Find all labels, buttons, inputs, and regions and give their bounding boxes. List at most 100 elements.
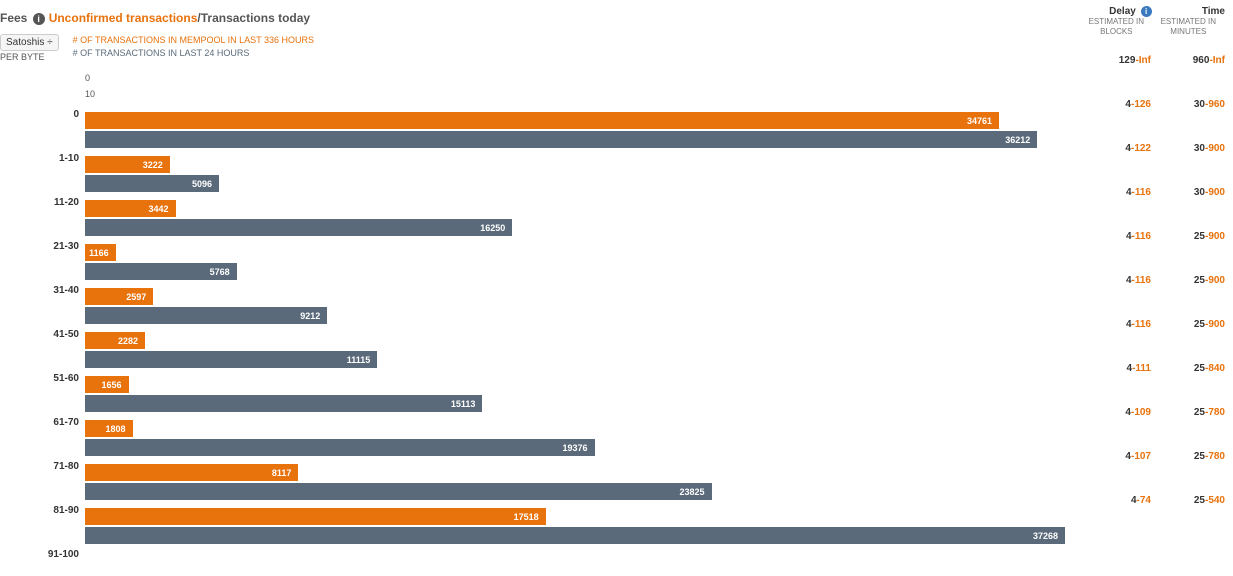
- bar-group-11-20: 3222 5096: [85, 152, 1073, 196]
- ten-label: 10: [85, 87, 1073, 101]
- bar-gray-31-40: 5768: [85, 263, 237, 280]
- y-label-0: 0: [0, 92, 85, 136]
- delay-val-1-10: 4-126: [1081, 99, 1151, 110]
- chart-wrapper: 01-1011-2021-3031-4041-5051-6061-7071-80…: [0, 64, 1073, 576]
- time-val-51-60: 25-900: [1155, 319, 1225, 330]
- dt-row-71-80: 4-109 25-780: [1081, 390, 1225, 434]
- gray-label-81-90: 23825: [679, 487, 707, 497]
- y-label-21-30: 21-30: [0, 224, 85, 268]
- time-sub: ESTIMATED IN MINUTES: [1152, 17, 1225, 36]
- bar-orange-21-30: 3442: [85, 200, 176, 217]
- bar-gray-51-60: 11115: [85, 351, 377, 368]
- orange-label-31-40: 1166: [89, 248, 112, 258]
- fees-info-icon[interactable]: i: [33, 13, 45, 25]
- time-val-31-40: 25-900: [1155, 231, 1225, 242]
- orange-label-11-20: 3222: [143, 160, 166, 170]
- gray-label-1-10: 36212: [1005, 135, 1033, 145]
- delay-sub: ESTIMATED IN BLOCKS: [1081, 17, 1152, 36]
- time-header: Time: [1152, 6, 1225, 17]
- y-label-41-50: 41-50: [0, 312, 85, 356]
- orange-label-71-80: 1808: [106, 424, 129, 434]
- today-title: Transactions today: [201, 11, 310, 25]
- time-val-61-70: 25-840: [1155, 363, 1225, 374]
- delay-val-11-20: 4-122: [1081, 143, 1151, 154]
- delay-val-71-80: 4-109: [1081, 407, 1151, 418]
- bar-gray-91-100: 37268: [85, 527, 1065, 544]
- orange-label-81-90: 8117: [272, 468, 295, 478]
- zero-label: 0: [85, 71, 1073, 85]
- legend-labels: # OF TRANSACTIONS IN MEMPOOL IN LAST 336…: [73, 34, 314, 59]
- bar-gray-21-30: 16250: [85, 219, 512, 236]
- y-label-61-70: 61-70: [0, 400, 85, 444]
- chart-area: 0103476136212322250963442162501166576825…: [85, 64, 1073, 576]
- bar-orange-31-40: 1166: [85, 244, 116, 261]
- bar-orange-61-70: 1656: [85, 376, 129, 393]
- gray-label-51-60: 11115: [347, 355, 374, 365]
- orange-label-21-30: 3442: [148, 204, 171, 214]
- bar-group-1-10: 34761 36212: [85, 108, 1073, 152]
- bar-orange-51-60: 2282: [85, 332, 145, 349]
- bar-group-91-100: 17518 37268: [85, 504, 1073, 548]
- bar-gray-61-70: 15113: [85, 395, 482, 412]
- delay-time-rows: 129-Inf 960-Inf 4-126 30-960 4-122 30-900 4-11…: [1073, 38, 1233, 522]
- time-val-1-10: 30-960: [1155, 99, 1225, 110]
- legend-orange-text: # OF TRANSACTIONS IN MEMPOOL IN LAST 336…: [73, 34, 314, 47]
- gray-label-91-100: 37268: [1033, 531, 1061, 541]
- time-val-11-20: 30-900: [1155, 143, 1225, 154]
- dt-row-1-10: 4-126 30-960: [1081, 82, 1225, 126]
- bar-group-51-60: 2282 11115: [85, 328, 1073, 372]
- orange-label-91-100: 17518: [514, 512, 542, 522]
- dt-row-21-30: 4-11630-900: [1081, 170, 1225, 214]
- y-axis: 01-1011-2021-3031-4041-5051-6061-7071-80…: [0, 64, 85, 576]
- bar-gray-71-80: 19376: [85, 439, 595, 456]
- right-header: Delay i ESTIMATED IN BLOCKS Time ESTIMAT…: [1073, 0, 1233, 38]
- dt-row-51-60: 4-116 25-900: [1081, 302, 1225, 346]
- bar-gray-11-20: 5096: [85, 175, 219, 192]
- dt-row-11-20: 4-122 30-900: [1081, 126, 1225, 170]
- y-label-1-10: 1-10: [0, 136, 85, 180]
- satoshi-button[interactable]: Satoshis ÷: [0, 34, 59, 51]
- per-byte-label: PER BYTE: [0, 52, 65, 62]
- time-val-91-100: 25-540: [1155, 495, 1225, 506]
- bar-group-61-70: 1656 15113: [85, 372, 1073, 416]
- delay-val-51-60: 4-116: [1081, 319, 1151, 330]
- time-val-0: 960-Inf: [1155, 55, 1225, 66]
- delay-val-41-50: 4-116: [1081, 275, 1151, 286]
- delay-val-61-70: 4-111: [1081, 363, 1151, 374]
- unconfirmed-title: Unconfirmed transactions: [49, 11, 198, 25]
- delay-val-91-100: 4-74: [1081, 495, 1151, 506]
- bar-gray-41-50: 9212: [85, 307, 327, 324]
- y-label-11-20: 11-20: [0, 180, 85, 224]
- dt-row-81-90: 4-10725-780: [1081, 434, 1225, 478]
- bar-orange-11-20: 3222: [85, 156, 170, 173]
- gray-label-21-30: 16250: [480, 223, 508, 233]
- y-label-71-80: 71-80: [0, 444, 85, 488]
- delay-val-21-30: 4-116: [1081, 187, 1151, 198]
- main-container: Fees i Unconfirmed transactions / Transa…: [0, 0, 1233, 576]
- orange-label-61-70: 1656: [102, 380, 125, 390]
- dt-row-0: 129-Inf 960-Inf: [1081, 38, 1225, 82]
- bar-group-0: 010: [85, 64, 1073, 108]
- fees-label: Fees i: [0, 11, 45, 25]
- delay-info-icon[interactable]: i: [1141, 6, 1152, 17]
- delay-header: Delay i: [1081, 6, 1152, 17]
- bar-orange-71-80: 1808: [85, 420, 133, 437]
- y-label-81-90: 81-90: [0, 488, 85, 532]
- time-val-71-80: 25-780: [1155, 407, 1225, 418]
- orange-label-41-50: 2597: [126, 292, 149, 302]
- orange-label-1-10: 34761: [967, 116, 995, 126]
- page-header: Fees i Unconfirmed transactions / Transa…: [0, 0, 1073, 32]
- legend-gray-text: # OF TRANSACTIONS IN LAST 24 HOURS: [73, 47, 314, 60]
- main-area: Fees i Unconfirmed transactions / Transa…: [0, 0, 1073, 576]
- gray-label-61-70: 15113: [451, 399, 479, 409]
- time-val-41-50: 25-900: [1155, 275, 1225, 286]
- dt-row-91-100: 4-74 25-540: [1081, 478, 1225, 522]
- orange-label-51-60: 2282: [118, 336, 141, 346]
- bar-gray-1-10: 36212: [85, 131, 1037, 148]
- delay-val-0: 129-Inf: [1081, 55, 1151, 66]
- bar-group-41-50: 2597 9212: [85, 284, 1073, 328]
- y-label-31-40: 31-40: [0, 268, 85, 312]
- bar-gray-81-90: 23825: [85, 483, 712, 500]
- legend-row: Satoshis ÷ PER BYTE # OF TRANSACTIONS IN…: [0, 32, 1073, 64]
- bar-orange-91-100: 17518: [85, 508, 546, 525]
